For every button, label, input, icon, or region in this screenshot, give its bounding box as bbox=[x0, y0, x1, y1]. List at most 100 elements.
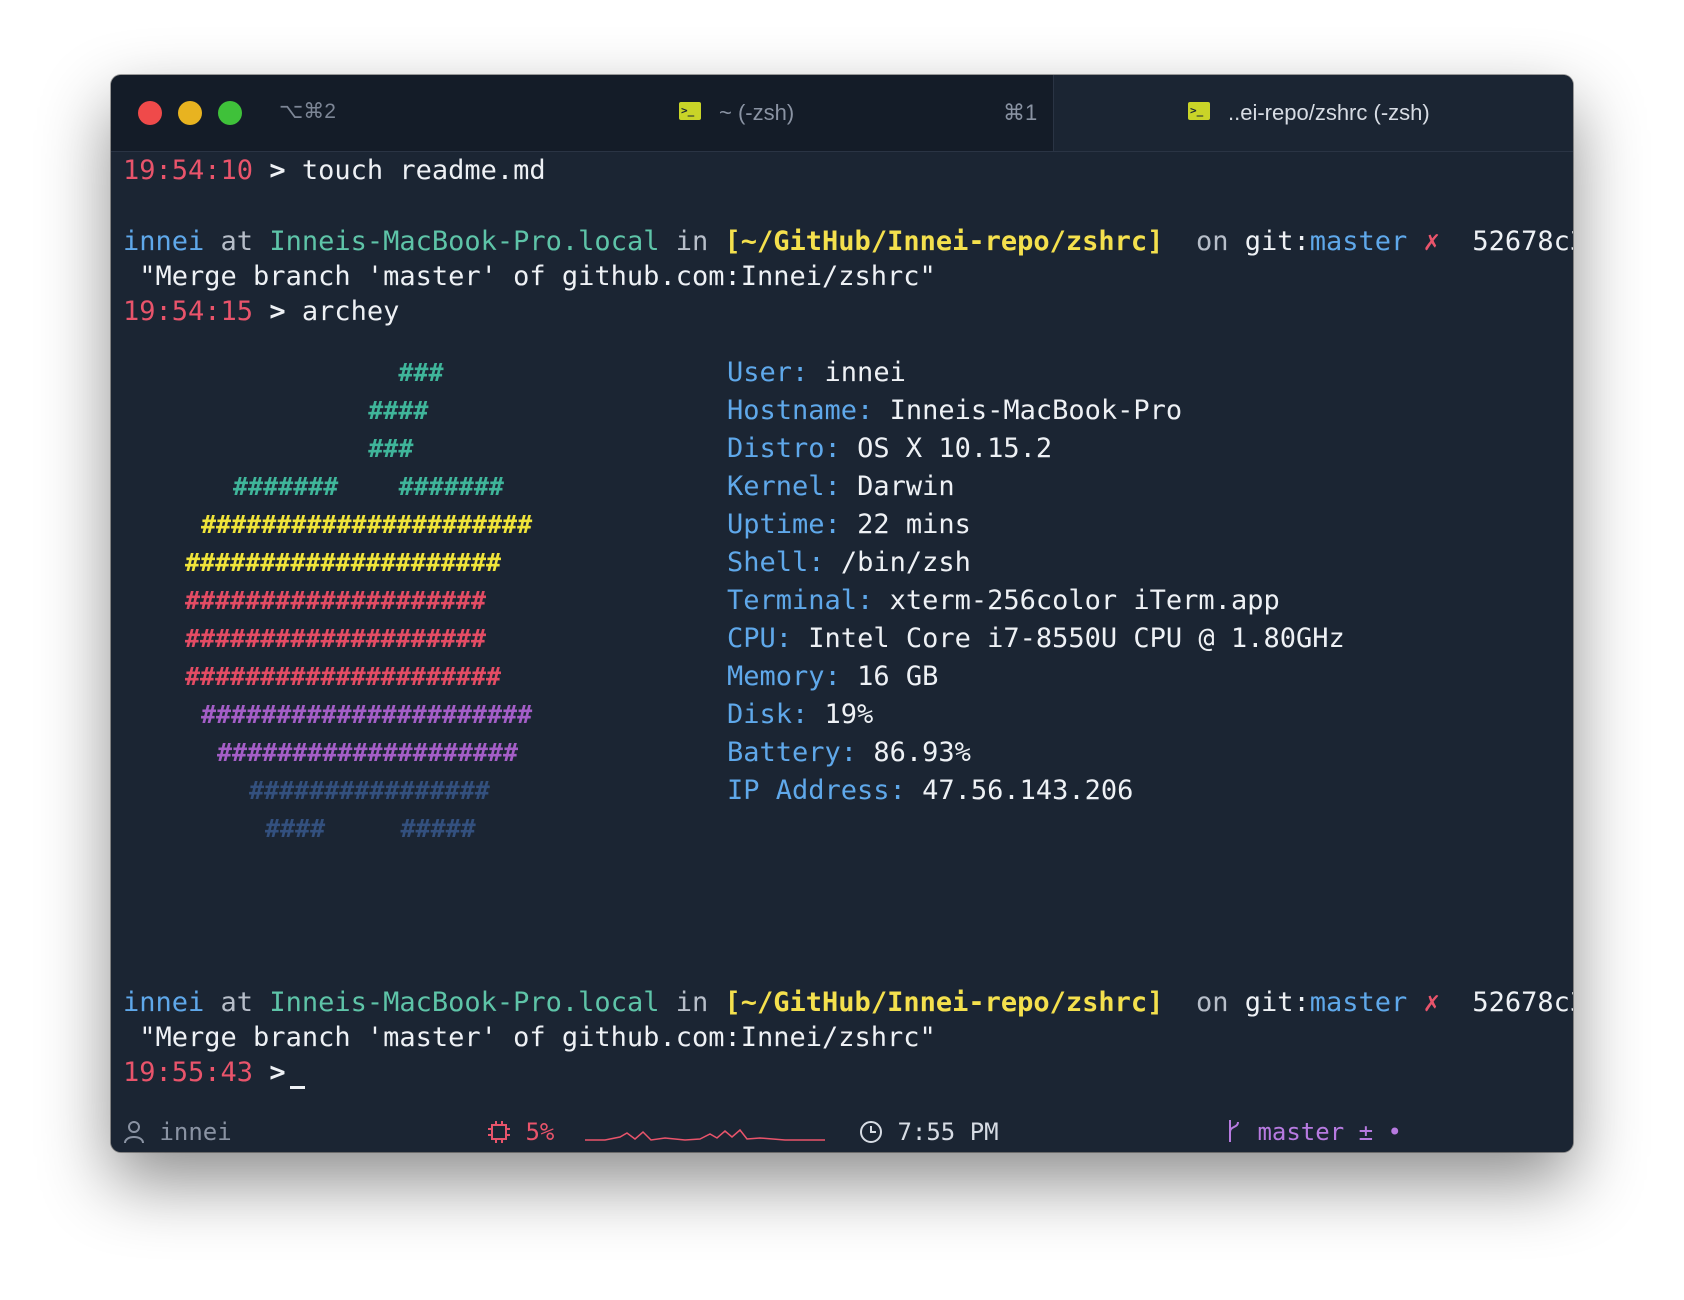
terminal-icon: >_ bbox=[1188, 102, 1210, 120]
sysinfo-label: Kernel: bbox=[727, 471, 841, 502]
sysinfo-value: 16 GB bbox=[857, 661, 939, 692]
sysinfo-value: 22 mins bbox=[857, 509, 971, 540]
user-icon bbox=[124, 1121, 144, 1144]
command-line: 19:54:15 > archey bbox=[123, 295, 399, 329]
prompt-path: [~/GitHub/Innei-repo/zshrc] bbox=[724, 987, 1164, 1018]
sysinfo-label: Distro: bbox=[727, 433, 841, 464]
sysinfo-terminal: Terminal: xterm-256color iTerm.app bbox=[727, 582, 1280, 620]
close-window-button[interactable] bbox=[138, 101, 162, 125]
prompt-branch: master bbox=[1309, 987, 1408, 1018]
status-cpu-value: 5% bbox=[525, 1118, 555, 1146]
commit-message: "Merge branch 'master' of github.com:Inn… bbox=[123, 260, 936, 294]
sysinfo-value: 47.56.143.206 bbox=[922, 775, 1134, 806]
tab-home-zsh[interactable]: >_ ~ (-zsh) ⌘1 bbox=[441, 75, 1053, 151]
tab-shortcut: ⌘1 bbox=[1003, 100, 1038, 125]
sysinfo-shell: Shell: /bin/zsh bbox=[727, 544, 971, 582]
ascii-art-line: ####### ####### bbox=[233, 472, 504, 501]
ascii-art-line: #################### bbox=[217, 738, 519, 767]
terminal-output[interactable]: 19:54:10 > touch readme.md innei at Inne… bbox=[111, 151, 1573, 1112]
tab-zshrc[interactable]: >_ ..ei-repo/zshrc (-zsh) ⌘2 bbox=[1053, 75, 1573, 151]
status-clock: 7:55 PM bbox=[859, 1116, 999, 1148]
sysinfo-kernel: Kernel: Darwin bbox=[727, 468, 955, 506]
prompt-in: in bbox=[675, 226, 709, 257]
status-user: innei bbox=[123, 1116, 232, 1148]
ascii-art-line: ### bbox=[293, 358, 444, 387]
sysinfo-value: innei bbox=[824, 357, 906, 388]
prompt-symbol: > bbox=[269, 155, 286, 186]
prompt-branch: master bbox=[1309, 226, 1408, 257]
sysinfo-label: Shell: bbox=[727, 547, 825, 578]
prompt-commit: 52678c3 bbox=[1472, 987, 1573, 1018]
ascii-art-line: ### bbox=[293, 434, 414, 463]
prompt-commit: 52678c3 bbox=[1472, 226, 1573, 257]
sysinfo-user: User: innei bbox=[727, 354, 906, 392]
commit-message-text: "Merge branch 'master' of github.com:Inn… bbox=[139, 1022, 936, 1053]
ascii-art-line: ##################### bbox=[185, 662, 502, 691]
sysinfo-value: 86.93% bbox=[873, 737, 971, 768]
prompt-git-label: git: bbox=[1244, 226, 1310, 257]
status-user-name: innei bbox=[159, 1118, 232, 1146]
git-branch-icon bbox=[1229, 1120, 1239, 1142]
cpu-sparkline bbox=[585, 1128, 825, 1141]
zoom-window-button[interactable] bbox=[218, 101, 242, 125]
command-line-current[interactable]: 19:55:43 > bbox=[123, 1056, 305, 1090]
terminal-icon: >_ bbox=[679, 102, 701, 120]
sysinfo-battery: Battery: 86.93% bbox=[727, 734, 971, 772]
sysinfo-label: Terminal: bbox=[727, 585, 874, 616]
sysinfo-value: /bin/zsh bbox=[840, 547, 971, 578]
prompt-symbol: > bbox=[269, 1057, 286, 1088]
window-shortcut: ⌥⌘2 bbox=[279, 100, 336, 123]
prompt-on: on bbox=[1195, 987, 1229, 1018]
sysinfo-disk: Disk: 19% bbox=[727, 696, 873, 734]
sysinfo-value: 19% bbox=[824, 699, 874, 730]
sysinfo-label: CPU: bbox=[727, 623, 793, 654]
title-bar: ⌥⌘2 >_ ~ (-zsh) ⌘1 >_ ..ei-repo/zshrc (-… bbox=[111, 75, 1573, 152]
sysinfo-value: OS X 10.15.2 bbox=[857, 433, 1053, 464]
cpu-icon bbox=[488, 1121, 510, 1143]
prompt-context: innei at Inneis-MacBook-Pro.local in [~/… bbox=[123, 986, 1573, 1020]
sysinfo-label: Disk: bbox=[727, 699, 809, 730]
tab-label: ..ei-repo/zshrc (-zsh) bbox=[1228, 100, 1430, 125]
prompt-symbol: > bbox=[269, 296, 286, 327]
prompt-at: at bbox=[220, 987, 254, 1018]
sysinfo-uptime: Uptime: 22 mins bbox=[727, 506, 971, 544]
prompt-git-label: git: bbox=[1244, 987, 1310, 1018]
sysinfo-cpu: CPU: Intel Core i7-8550U CPU @ 1.80GHz bbox=[727, 620, 1345, 658]
prompt-time: 19:54:15 bbox=[123, 296, 254, 327]
ascii-art-line: #################### bbox=[185, 586, 487, 615]
tab-label: ~ (-zsh) bbox=[719, 100, 795, 125]
command-line: 19:54:10 > touch readme.md bbox=[123, 154, 546, 188]
status-git: master ± • bbox=[1225, 1116, 1402, 1148]
prompt-time: 19:54:10 bbox=[123, 155, 254, 186]
sysinfo-label: Uptime: bbox=[727, 509, 841, 540]
sysinfo-hostname: Hostname: Inneis-MacBook-Pro bbox=[727, 392, 1182, 430]
status-branch: master bbox=[1257, 1118, 1345, 1146]
sysinfo-label: Memory: bbox=[727, 661, 841, 692]
status-time: 7:55 PM bbox=[897, 1118, 999, 1146]
ascii-art-line: ###################### bbox=[201, 510, 533, 539]
commit-message: "Merge branch 'master' of github.com:Inn… bbox=[123, 1021, 936, 1055]
terminal-window: ⌥⌘2 >_ ~ (-zsh) ⌘1 >_ ..ei-repo/zshrc (-… bbox=[111, 75, 1573, 1152]
sysinfo-distro: Distro: OS X 10.15.2 bbox=[727, 430, 1052, 468]
commit-message-text: "Merge branch 'master' of github.com:Inn… bbox=[139, 261, 936, 292]
sysinfo-value: Intel Core i7-8550U CPU @ 1.80GHz bbox=[808, 623, 1345, 654]
prompt-time: 19:55:43 bbox=[123, 1057, 254, 1088]
prompt-at: at bbox=[220, 226, 254, 257]
status-cpu: 5% bbox=[487, 1116, 554, 1148]
ascii-art-line: #### ##### bbox=[265, 814, 476, 843]
prompt-host: Inneis-MacBook-Pro.local bbox=[269, 226, 660, 257]
minimize-window-button[interactable] bbox=[178, 101, 202, 125]
sysinfo-value: Darwin bbox=[857, 471, 955, 502]
prompt-context: innei at Inneis-MacBook-Pro.local in [~/… bbox=[123, 225, 1573, 259]
sysinfo-label: Hostname: bbox=[727, 395, 874, 426]
prompt-dirty: ✗ bbox=[1423, 987, 1440, 1018]
sysinfo-label: Battery: bbox=[727, 737, 858, 768]
command-text: archey bbox=[301, 296, 400, 327]
ascii-art-line: ###################### bbox=[201, 700, 533, 729]
ascii-art-line: ################ bbox=[249, 776, 490, 805]
status-bar: innei 5% 7:55 PM master ± • bbox=[111, 1112, 1573, 1152]
prompt-user: innei bbox=[123, 987, 205, 1018]
sysinfo-value: xterm-256color iTerm.app bbox=[889, 585, 1280, 616]
prompt-dirty: ✗ bbox=[1423, 226, 1440, 257]
command-text: touch readme.md bbox=[301, 155, 546, 186]
